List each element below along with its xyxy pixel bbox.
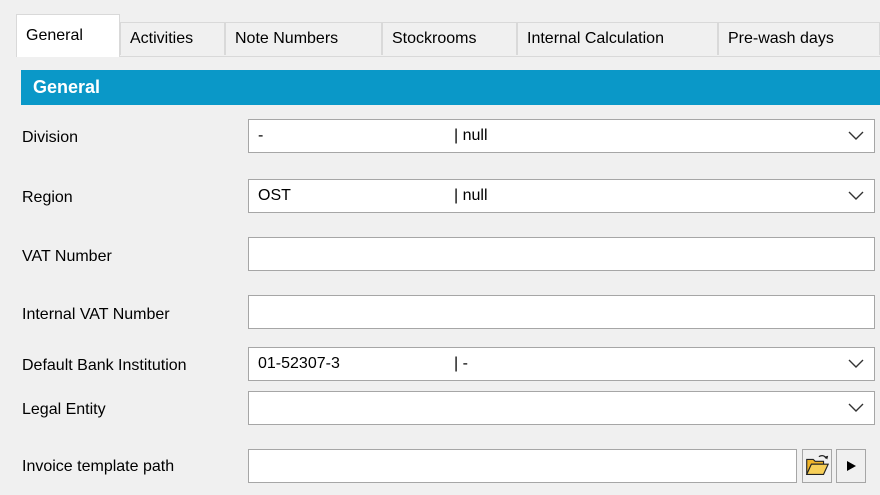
chevron-down-icon <box>848 191 864 200</box>
internal-vat-number-label: Internal VAT Number <box>22 306 170 323</box>
tab-stockrooms[interactable]: Stockrooms <box>382 22 517 55</box>
division-secondary: | null <box>454 127 488 144</box>
default-bank-institution-dropdown[interactable]: 01-52307-3 | - <box>248 347 875 381</box>
tab-label: Pre-wash days <box>728 30 834 47</box>
run-button[interactable] <box>836 449 866 483</box>
open-folder-icon <box>805 455 830 475</box>
tab-internal-calculation[interactable]: Internal Calculation <box>517 22 718 55</box>
region-value: OST <box>258 187 291 204</box>
region-dropdown[interactable]: OST | null <box>248 179 875 213</box>
browse-button[interactable] <box>802 449 832 483</box>
tab-note-numbers[interactable]: Note Numbers <box>225 22 382 55</box>
tab-bar: General Activities Note Numbers Stockroo… <box>16 14 880 57</box>
tab-pre-wash-days[interactable]: Pre-wash days <box>718 22 880 55</box>
division-label: Division <box>22 129 79 146</box>
section-header: General <box>21 70 880 105</box>
chevron-down-icon <box>848 131 864 140</box>
internal-vat-number-field[interactable] <box>248 295 875 329</box>
tab-label: Activities <box>130 30 194 47</box>
chevron-down-icon <box>848 403 864 412</box>
chevron-down-icon <box>848 359 864 368</box>
vat-number-label: VAT Number <box>22 248 112 265</box>
legal-entity-label: Legal Entity <box>22 401 106 418</box>
tab-general[interactable]: General <box>16 14 120 57</box>
default-bank-institution-secondary: | - <box>454 355 468 372</box>
default-bank-institution-label: Default Bank Institution <box>22 357 187 374</box>
tab-label: Note Numbers <box>235 30 339 47</box>
region-label: Region <box>22 189 73 206</box>
default-bank-institution-value: 01-52307-3 <box>258 355 340 372</box>
tab-label: General <box>26 27 83 44</box>
division-value: - <box>258 127 264 144</box>
tab-label: Internal Calculation <box>527 30 664 47</box>
tab-label: Stockrooms <box>392 30 477 47</box>
vat-number-field[interactable] <box>248 237 875 271</box>
play-icon <box>847 461 856 471</box>
invoice-template-path-field[interactable] <box>248 449 797 483</box>
legal-entity-dropdown[interactable] <box>248 391 875 425</box>
tab-activities[interactable]: Activities <box>120 22 225 55</box>
region-secondary: | null <box>454 187 488 204</box>
invoice-template-path-label: Invoice template path <box>22 458 175 475</box>
division-dropdown[interactable]: - | null <box>248 119 875 153</box>
